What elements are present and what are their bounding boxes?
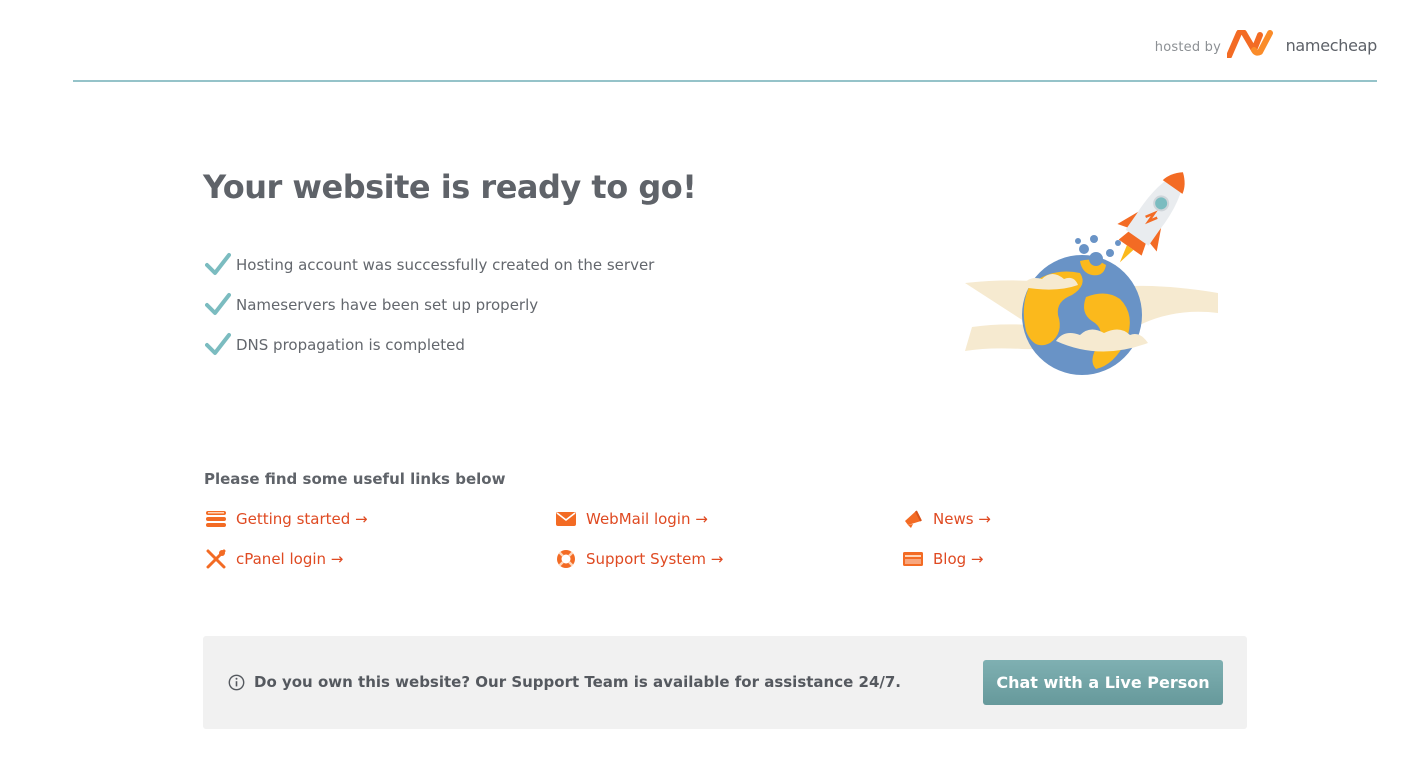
- link-cpanel-login[interactable]: cPanel login →: [205, 547, 343, 571]
- checklist-item: Hosting account was successfully created…: [205, 252, 654, 292]
- checklist-item-text: Nameservers have been set up properly: [236, 296, 539, 314]
- link-label: Support System →: [586, 550, 724, 568]
- header: hosted by namecheap: [73, 0, 1377, 82]
- lifebuoy-icon: [557, 550, 575, 568]
- checklist-item: Nameservers have been set up properly: [205, 292, 654, 332]
- page-title: Your website is ready to go!: [203, 168, 697, 206]
- link-label: cPanel login →: [236, 550, 344, 568]
- hosted-by-label: hosted by: [1154, 40, 1221, 55]
- info-icon: [228, 674, 245, 691]
- checklist-item-text: Hosting account was successfully created…: [236, 256, 655, 274]
- check-icon: [205, 333, 231, 355]
- mail-icon: [556, 512, 576, 526]
- megaphone-icon: [905, 510, 922, 528]
- link-support-system[interactable]: Support System →: [555, 547, 723, 571]
- link-label: Getting started →: [236, 510, 368, 528]
- status-checklist: Hosting account was successfully created…: [205, 252, 654, 372]
- link-label: News →: [933, 510, 991, 528]
- support-bar: Do you own this website? Our Support Tea…: [203, 636, 1247, 729]
- check-icon: [205, 253, 231, 275]
- check-icon: [205, 293, 231, 315]
- checklist-item-text: DNS propagation is completed: [236, 336, 465, 354]
- link-getting-started[interactable]: Getting started →: [205, 507, 368, 531]
- tools-icon: [206, 549, 226, 569]
- link-label: WebMail login →: [586, 510, 708, 528]
- link-blog[interactable]: Blog →: [902, 547, 984, 571]
- hosting-ready-page: hosted by namecheap Your website is read…: [0, 0, 1412, 778]
- links-heading: Please find some useful links below: [204, 470, 506, 488]
- chat-live-person-button[interactable]: Chat with a Live Person: [983, 660, 1223, 705]
- link-news[interactable]: News →: [902, 507, 991, 531]
- brand-name[interactable]: namecheap: [1286, 36, 1378, 55]
- blog-window-icon: [903, 552, 923, 566]
- server-stack-icon: [206, 511, 226, 527]
- namecheap-logo-icon[interactable]: [1227, 30, 1273, 58]
- support-message: Do you own this website? Our Support Tea…: [254, 673, 901, 691]
- link-webmail-login[interactable]: WebMail login →: [555, 507, 708, 531]
- checklist-item: DNS propagation is completed: [205, 332, 654, 372]
- rocket-globe-illustration: [965, 172, 1218, 375]
- link-label: Blog →: [933, 550, 984, 568]
- useful-links: Getting started → WebMail login → News →: [205, 507, 1105, 587]
